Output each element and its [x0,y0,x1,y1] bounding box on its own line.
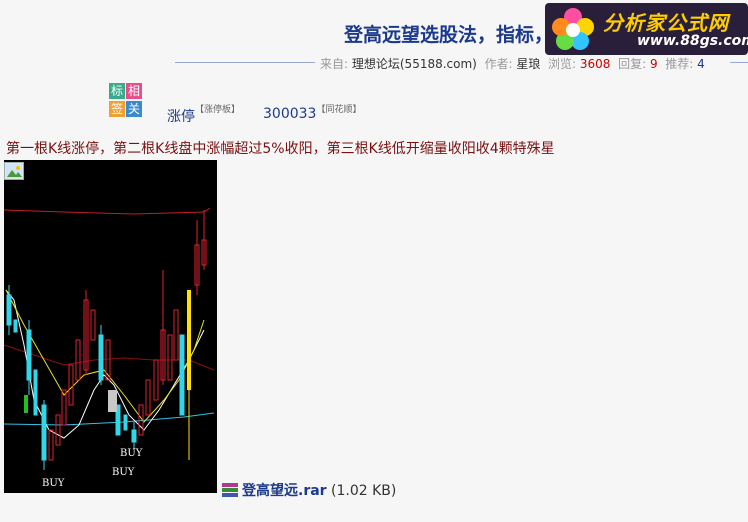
keyword-source: 【同花顺】 [316,105,362,115]
keyword-label[interactable]: 300033 [263,106,316,122]
keyword-limit-up[interactable]: 涨停【涨停板】 [167,105,241,126]
chart-buy-label-3: BUY [120,448,143,459]
logo-url-text: www.88gs.com [637,33,748,49]
post-meta: 来自: 理想论坛(55188.com) 作者: 星琅 浏览: 3608 回复: … [320,55,705,72]
rar-archive-icon [222,483,238,497]
replies-value: 9 [649,57,658,71]
flower-icon [552,8,594,50]
image-icon [4,162,24,180]
chart-buy-label-1: BUY [42,478,65,489]
logo-main-text: 分析家公式网 [603,11,729,35]
kline-chart-image[interactable] [3,160,217,493]
keyword-label[interactable]: 涨停 [167,109,195,125]
keyword-stock-code[interactable]: 300033【同花顺】 [263,105,362,122]
tag-char-4: 关 [126,101,142,117]
author-value[interactable]: 星琅 [516,57,540,71]
views-value: 3608 [579,57,611,71]
title-divider [175,62,315,63]
title-divider-right [730,62,748,63]
tag-char-3: 签 [109,101,125,117]
tag-char-2: 相 [126,83,142,99]
keyword-source: 【涨停板】 [195,105,241,115]
attachment[interactable]: 登高望远.rar (1.02 KB) [222,480,396,500]
post-description: 第一根K线涨停，第二根K线盘中涨幅超过5%收阳，第三根K线低开缩量收阳收4颗特殊… [6,141,555,157]
recommend-label: 推荐: [665,57,694,71]
author-label: 作者: [484,57,513,71]
related-tags-badge: 标 相 签 关 [109,83,143,119]
kline-chart-svg [3,207,215,470]
from-label: 来自: [320,57,349,71]
site-logo[interactable]: 分析家公式网 www.88gs.com [545,3,748,55]
recommend-value: 4 [697,57,705,71]
page-title-text: 登高远望选股法，指标 [344,24,535,46]
attachment-size: (1.02 KB) [331,483,397,499]
from-value[interactable]: 理想论坛(55188.com) [352,57,477,71]
attachment-filename[interactable]: 登高望远.rar [242,483,327,499]
chart-buy-label-2: BUY [112,467,135,478]
tag-char-1: 标 [109,83,125,99]
page-title: 登高远望选股法，指标， [344,20,553,47]
views-label: 浏览: [548,57,577,71]
replies-label: 回复: [618,57,647,71]
